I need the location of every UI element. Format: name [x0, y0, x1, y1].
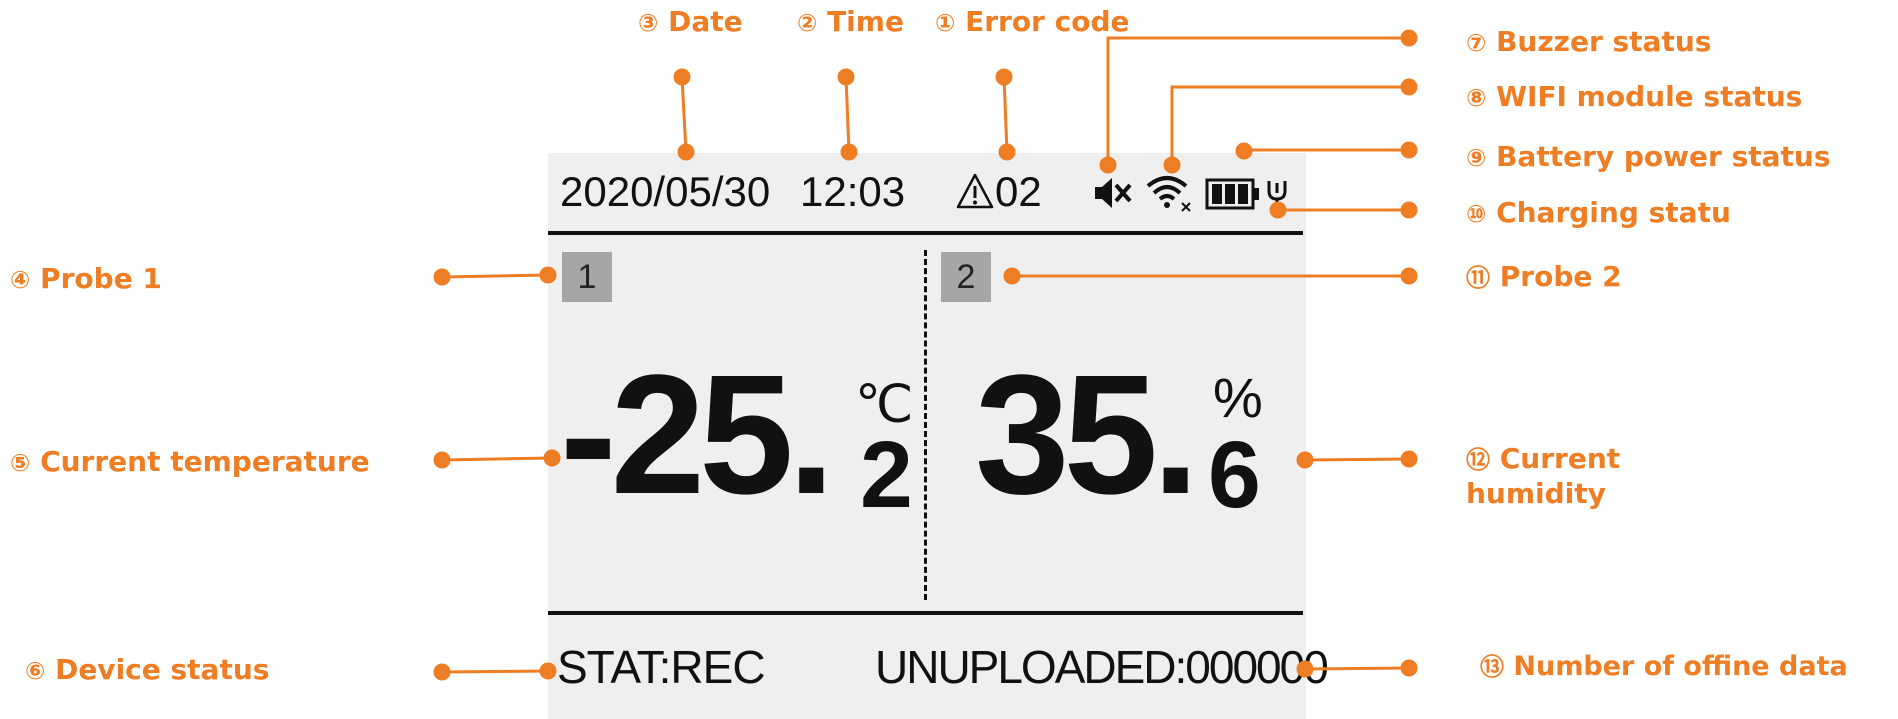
callout-offline-data: ⑬ Number of offine data — [1480, 651, 1848, 682]
callout-device-status: ⑥ Device status — [25, 653, 270, 686]
callout-probe2: ⑪ Probe 2 — [1466, 260, 1622, 293]
callout-battery-status: ⑨ Battery power status — [1466, 140, 1831, 173]
callout-error-code: ① Error code — [935, 5, 1130, 38]
callout-time: ② Time — [797, 5, 904, 38]
callout-current-temperature: ⑤ Current temperature — [10, 445, 370, 478]
callout-date: ③ Date — [638, 5, 743, 38]
callout-buzzer-status: ⑦ Buzzer status — [1466, 25, 1712, 58]
callout-current-humidity: ⑫ Current humidity — [1466, 442, 1621, 510]
callout-wifi-status: ⑧ WIFI module status — [1466, 80, 1803, 113]
callout-charging-status: ⑩ Charging statu — [1466, 196, 1731, 229]
callout-probe1: ④ Probe 1 — [10, 262, 162, 295]
